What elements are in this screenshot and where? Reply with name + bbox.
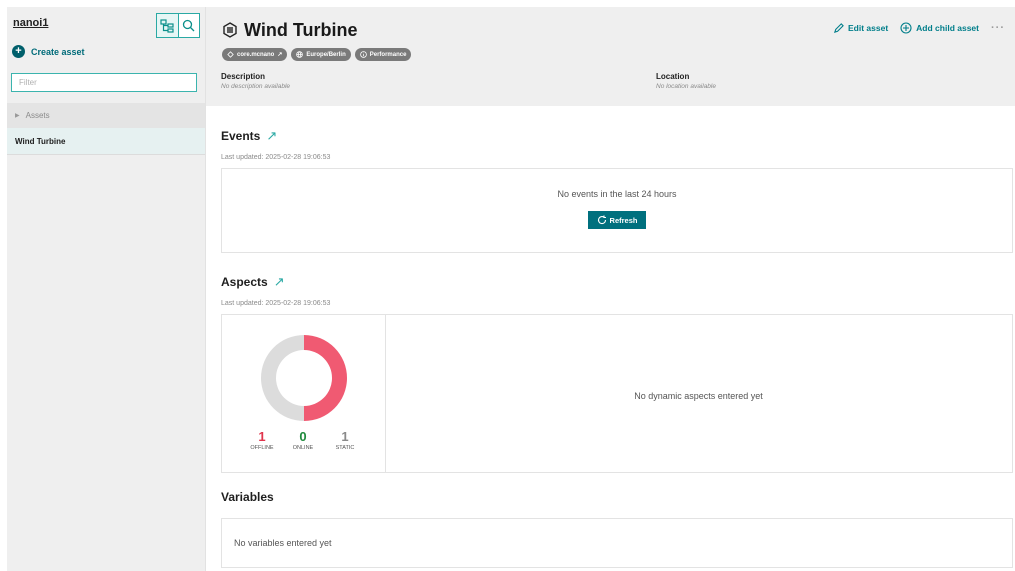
donut-slice-static: [261, 335, 304, 421]
donut-slice-offline: [304, 335, 347, 421]
stat-static-label: STATIC: [335, 445, 355, 451]
tree-node-label: Assets: [25, 111, 50, 120]
stat-static-value: 1: [341, 429, 349, 444]
aspects-empty-text: No dynamic aspects entered yet: [634, 391, 763, 401]
location-value: No location available: [656, 83, 716, 90]
aspects-title: Aspects: [221, 275, 268, 289]
variables-heading: Variables: [221, 490, 274, 504]
external-link-icon: ↗: [277, 52, 283, 58]
more-options-icon[interactable]: ···: [991, 22, 1005, 34]
pencil-icon: [833, 22, 844, 33]
events-card: No events in the last 24 hours Refresh: [221, 168, 1013, 253]
add-child-asset-label: Add child asset: [916, 23, 979, 33]
add-child-asset-button[interactable]: Add child asset: [900, 22, 979, 34]
aspects-card: 1 OFFLINE 0 ONLINE 1 STATIC No dynamic a…: [221, 314, 1013, 473]
aspects-heading: Aspects ↗: [221, 274, 285, 290]
aspects-donut-chart: [261, 335, 347, 421]
tenant-name[interactable]: nanoi1: [13, 17, 48, 29]
description-label: Description: [221, 72, 266, 81]
asset-chips: core.mcnano ↗ Europe/Berlin Performance: [222, 48, 412, 61]
chip-category-label: Performance: [369, 51, 407, 58]
stat-offline: 1 OFFLINE: [242, 429, 282, 451]
variables-empty-text: No variables entered yet: [234, 538, 332, 548]
header-actions: Edit asset Add child asset ···: [833, 22, 1005, 34]
events-heading: Events ↗: [221, 128, 277, 144]
asset-header: Wind Turbine core.mcnano ↗ Europe/Berlin…: [206, 7, 1015, 106]
edit-asset-button[interactable]: Edit asset: [833, 22, 889, 34]
tree-node-assets[interactable]: ▶ Assets: [7, 103, 205, 128]
description-value: No description available: [221, 83, 291, 90]
variables-card: No variables entered yet: [221, 518, 1013, 568]
tree-node-wind-turbine[interactable]: Wind Turbine: [7, 128, 205, 155]
aspects-last-updated: Last updated: 2025-02-28 19:06:53: [221, 300, 331, 307]
stat-offline-value: 1: [258, 429, 266, 444]
info-icon: [359, 51, 367, 58]
variables-title: Variables: [221, 490, 274, 504]
hierarchy-icon: [160, 18, 174, 33]
asset-type-icon: [223, 22, 237, 38]
filter-input[interactable]: [11, 73, 197, 92]
globe-icon: [296, 51, 304, 58]
chip-type-label: core.mcnano: [237, 51, 275, 58]
stat-static: 1 STATIC: [325, 429, 365, 451]
create-asset-button[interactable]: + Create asset: [12, 45, 85, 58]
chip-timezone: Europe/Berlin: [291, 48, 351, 61]
chip-timezone-label: Europe/Berlin: [306, 51, 346, 58]
tree-view-button[interactable]: [157, 14, 178, 37]
location-label: Location: [656, 72, 690, 81]
events-title: Events: [221, 129, 261, 143]
stat-offline-label: OFFLINE: [250, 445, 274, 451]
asset-title: Wind Turbine: [244, 20, 358, 40]
chip-category: Performance: [354, 48, 412, 61]
type-icon: [227, 51, 234, 58]
chip-type[interactable]: core.mcnano ↗: [222, 48, 288, 61]
refresh-label: Refresh: [609, 215, 638, 225]
external-link-icon[interactable]: ↗: [274, 274, 285, 290]
caret-right-icon: ▶: [15, 113, 20, 119]
view-toggle: [156, 13, 200, 38]
events-last-updated: Last updated: 2025-02-28 19:06:53: [221, 154, 331, 161]
search-button[interactable]: [177, 14, 199, 37]
create-asset-label: Create asset: [31, 46, 85, 57]
aspects-status-panel: 1 OFFLINE 0 ONLINE 1 STATIC: [222, 315, 386, 472]
edit-asset-label: Edit asset: [848, 23, 889, 33]
plus-icon: +: [12, 45, 25, 58]
refresh-button[interactable]: Refresh: [588, 211, 646, 229]
sidebar: nanoi1 + Create asset ▶ Assets Wind Turb…: [7, 7, 206, 571]
stat-online-label: ONLINE: [292, 445, 314, 451]
search-icon: [183, 19, 195, 32]
refresh-icon: [597, 215, 606, 225]
stat-online-value: 0: [299, 429, 307, 444]
events-empty-text: No events in the last 24 hours: [557, 189, 677, 199]
external-link-icon[interactable]: ↗: [266, 128, 277, 144]
plus-circle-icon: [900, 22, 912, 34]
stat-online: 0 ONLINE: [283, 429, 323, 451]
